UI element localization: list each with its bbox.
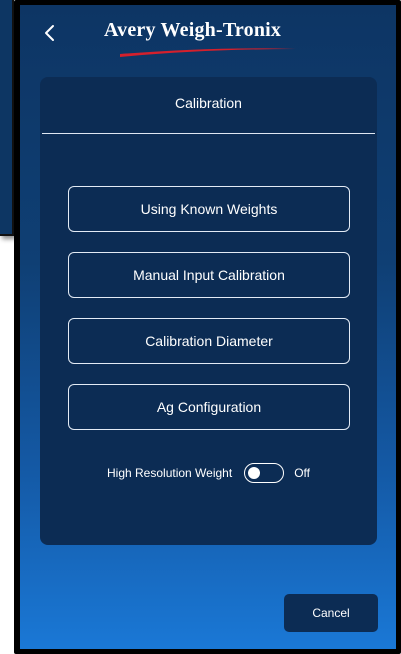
button-label: Using Known Weights	[140, 201, 278, 217]
cancel-button[interactable]: Cancel	[284, 594, 378, 632]
brand-name: Avery Weigh-Tronix	[104, 19, 282, 41]
manual-input-calibration-button[interactable]: Manual Input Calibration	[68, 252, 350, 298]
brand-logo: Avery Weigh-Tronix	[104, 19, 304, 59]
app-header: Avery Weigh-Tronix	[20, 5, 396, 57]
back-button[interactable]	[38, 19, 62, 47]
calibration-panel: Calibration Using Known Weights Manual I…	[40, 77, 377, 545]
cancel-label: Cancel	[312, 606, 350, 620]
brand-swoosh-icon	[120, 48, 296, 57]
using-known-weights-button[interactable]: Using Known Weights	[68, 186, 350, 232]
background-window-edge	[0, 0, 14, 236]
calibration-diameter-button[interactable]: Calibration Diameter	[68, 318, 350, 364]
panel-title: Calibration	[175, 95, 242, 111]
high-resolution-weight-label: High Resolution Weight	[107, 466, 233, 480]
toggle-state-label: Off	[294, 466, 310, 480]
high-resolution-weight-toggle[interactable]	[244, 463, 285, 483]
ag-configuration-button[interactable]: Ag Configuration	[68, 384, 350, 430]
button-label: Manual Input Calibration	[133, 267, 285, 283]
chevron-left-icon	[45, 25, 54, 41]
high-resolution-weight-row: High Resolution Weight Off	[40, 461, 377, 485]
panel-divider	[42, 133, 375, 134]
toggle-knob	[248, 466, 261, 479]
button-label: Ag Configuration	[156, 399, 262, 415]
app-screen: Avery Weigh-Tronix Calibration Using Kno…	[20, 5, 396, 649]
device-frame: Avery Weigh-Tronix Calibration Using Kno…	[14, 0, 401, 654]
button-label: Calibration Diameter	[145, 333, 273, 349]
